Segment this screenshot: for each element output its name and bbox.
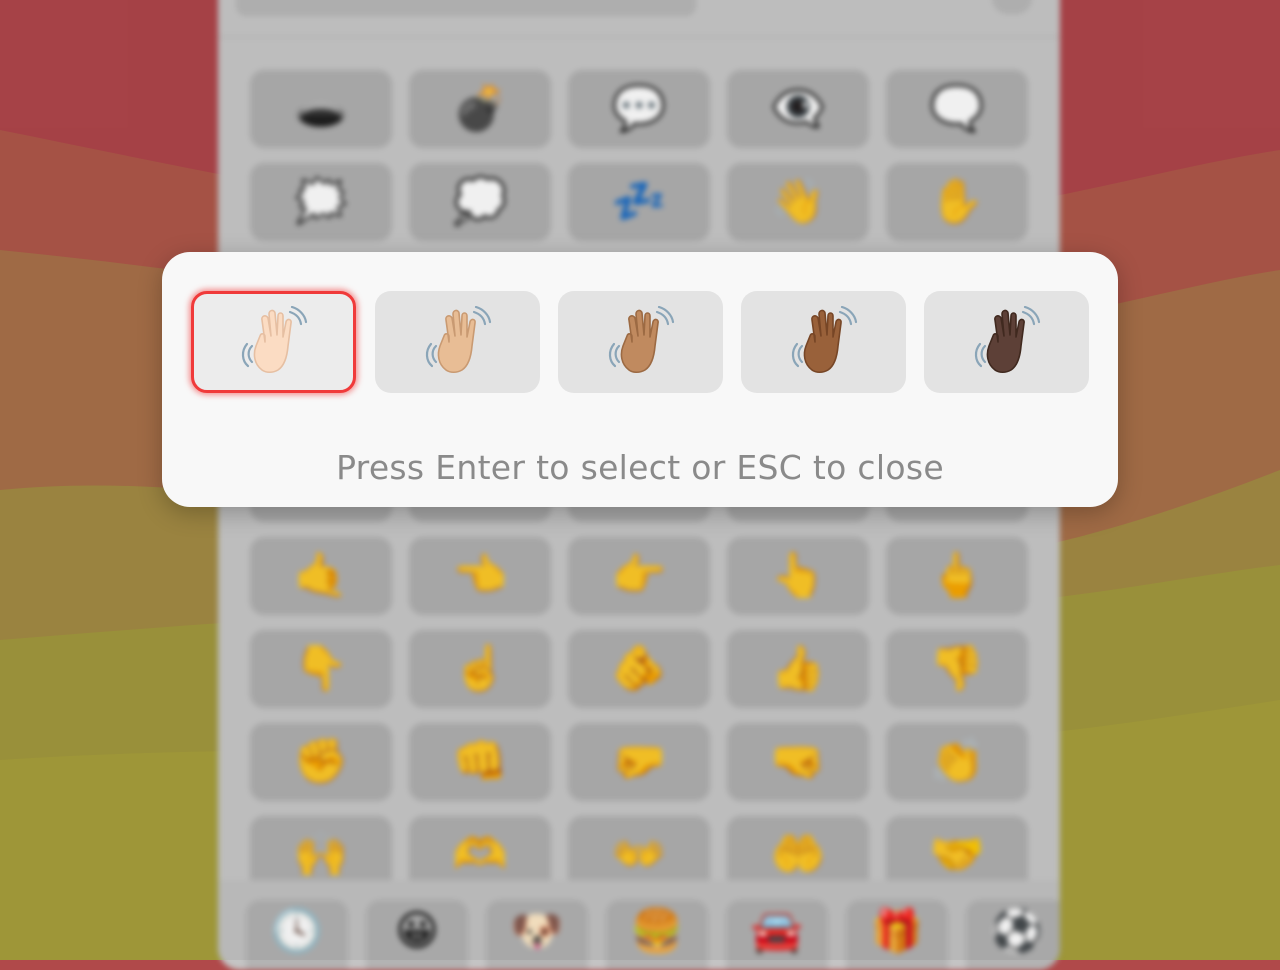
- waving-hand-medium-dark-button[interactable]: [741, 291, 906, 393]
- waving-hand-medium-button[interactable]: [558, 291, 723, 393]
- waving-hand-medium-light-button[interactable]: [375, 291, 540, 393]
- popover-hint: Press Enter to select or ESC to close: [336, 448, 944, 487]
- waving-hand-icon: [425, 306, 491, 374]
- waving-hand-icon: [974, 306, 1040, 374]
- waving-hand-icon: [241, 306, 307, 374]
- skin-tone-popover: Press Enter to select or ESC to close: [162, 252, 1118, 507]
- waving-hand-icon: [608, 306, 674, 374]
- waving-hand-dark-button[interactable]: [924, 291, 1089, 393]
- waving-hand-icon: [791, 306, 857, 374]
- waving-hand-light-button[interactable]: [191, 291, 356, 393]
